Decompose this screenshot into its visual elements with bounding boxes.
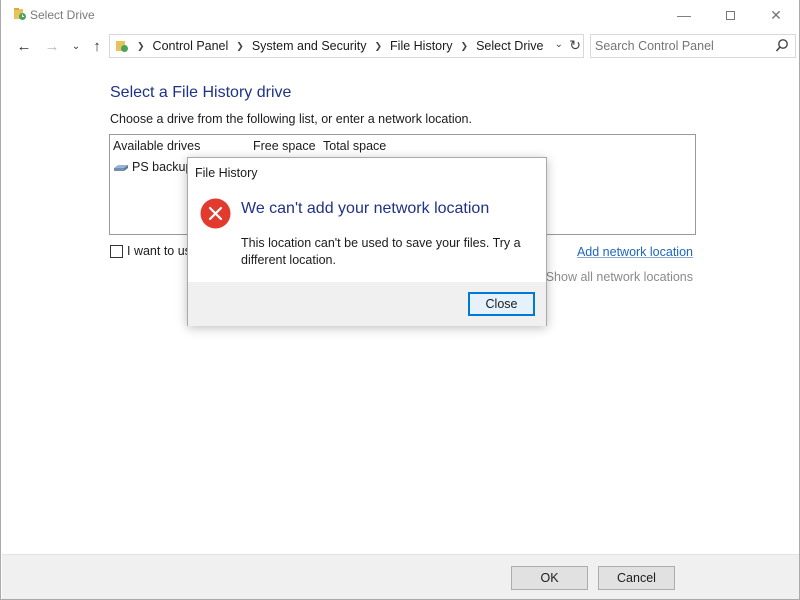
breadcrumb-file-history[interactable]: File History: [390, 39, 453, 53]
minimize-icon: —: [677, 7, 691, 23]
breadcrumb-separator-icon: ❯: [137, 40, 145, 51]
dialog-title: File History: [195, 166, 258, 180]
search-icon[interactable]: [775, 38, 789, 54]
forward-button[interactable]: →: [42, 34, 62, 58]
back-button[interactable]: ←: [14, 34, 34, 58]
error-dialog: File History We can't add your network l…: [187, 157, 547, 326]
breadcrumb-select-drive[interactable]: Select Drive: [476, 39, 543, 53]
cancel-button[interactable]: Cancel: [598, 566, 675, 590]
dialog-message: This location can't be used to save your…: [241, 236, 521, 267]
ok-button[interactable]: OK: [511, 566, 588, 590]
recent-locations-button[interactable]: ⌄: [66, 34, 86, 58]
address-bar[interactable]: ❯ Control Panel ❯ System and Security ❯ …: [109, 34, 584, 58]
use-network-location-option[interactable]: I want to us: [110, 244, 191, 258]
breadcrumb-separator-icon[interactable]: ❯: [374, 41, 382, 52]
close-window-button[interactable]: ✕: [753, 0, 799, 30]
dialog-close-button[interactable]: Close: [468, 292, 535, 316]
add-network-location-link[interactable]: Add network location: [577, 245, 693, 259]
use-network-location-label[interactable]: I want to us: [127, 244, 191, 258]
error-icon: [200, 198, 231, 229]
refresh-icon[interactable]: ↻: [569, 37, 581, 54]
window-title: Select Drive: [30, 8, 95, 22]
arrow-up-icon: ↑: [93, 37, 101, 55]
network-drive-icon: [114, 165, 128, 171]
dialog-main-instruction: We can't add your network location: [241, 200, 490, 217]
column-header-free-space[interactable]: Free space: [253, 139, 316, 153]
arrow-left-icon: ←: [16, 37, 32, 55]
maximize-button[interactable]: [707, 0, 753, 30]
select-drive-window: Select Drive — ✕ ← → ⌄ ↑ ❯ Control Panel…: [0, 0, 800, 600]
page-title: Select a File History drive: [110, 84, 292, 101]
navigation-bar: ← → ⌄ ↑ ❯ Control Panel ❯ System and Sec…: [1, 32, 799, 60]
file-history-folder-icon: [14, 8, 26, 20]
minimize-button[interactable]: —: [661, 0, 707, 30]
search-input[interactable]: [591, 39, 771, 53]
column-header-available-drives[interactable]: Available drives: [113, 139, 200, 153]
button-bar: OK Cancel: [2, 554, 799, 599]
breadcrumb-separator-icon[interactable]: ❯: [236, 41, 244, 52]
maximize-icon: [725, 10, 735, 20]
breadcrumb-separator-icon[interactable]: ❯: [461, 41, 469, 52]
instruction-text: Choose a drive from the following list, …: [110, 112, 472, 126]
title-bar: Select Drive — ✕: [1, 0, 799, 30]
control-panel-icon: [116, 41, 128, 52]
breadcrumb-control-panel[interactable]: Control Panel: [153, 39, 229, 53]
close-icon: ✕: [770, 6, 782, 23]
search-box[interactable]: [590, 34, 796, 58]
arrow-right-icon: →: [44, 37, 60, 55]
show-all-network-locations-link[interactable]: Show all network locations: [546, 270, 693, 284]
up-button[interactable]: ↑: [87, 34, 107, 58]
column-header-total-space[interactable]: Total space: [323, 139, 386, 153]
chevron-down-icon: ⌄: [71, 40, 81, 52]
use-network-location-checkbox[interactable]: [110, 244, 123, 258]
dialog-footer: Close: [188, 282, 546, 326]
breadcrumb-system-and-security[interactable]: System and Security: [252, 39, 367, 53]
address-dropdown-icon[interactable]: ⌄: [555, 39, 563, 50]
